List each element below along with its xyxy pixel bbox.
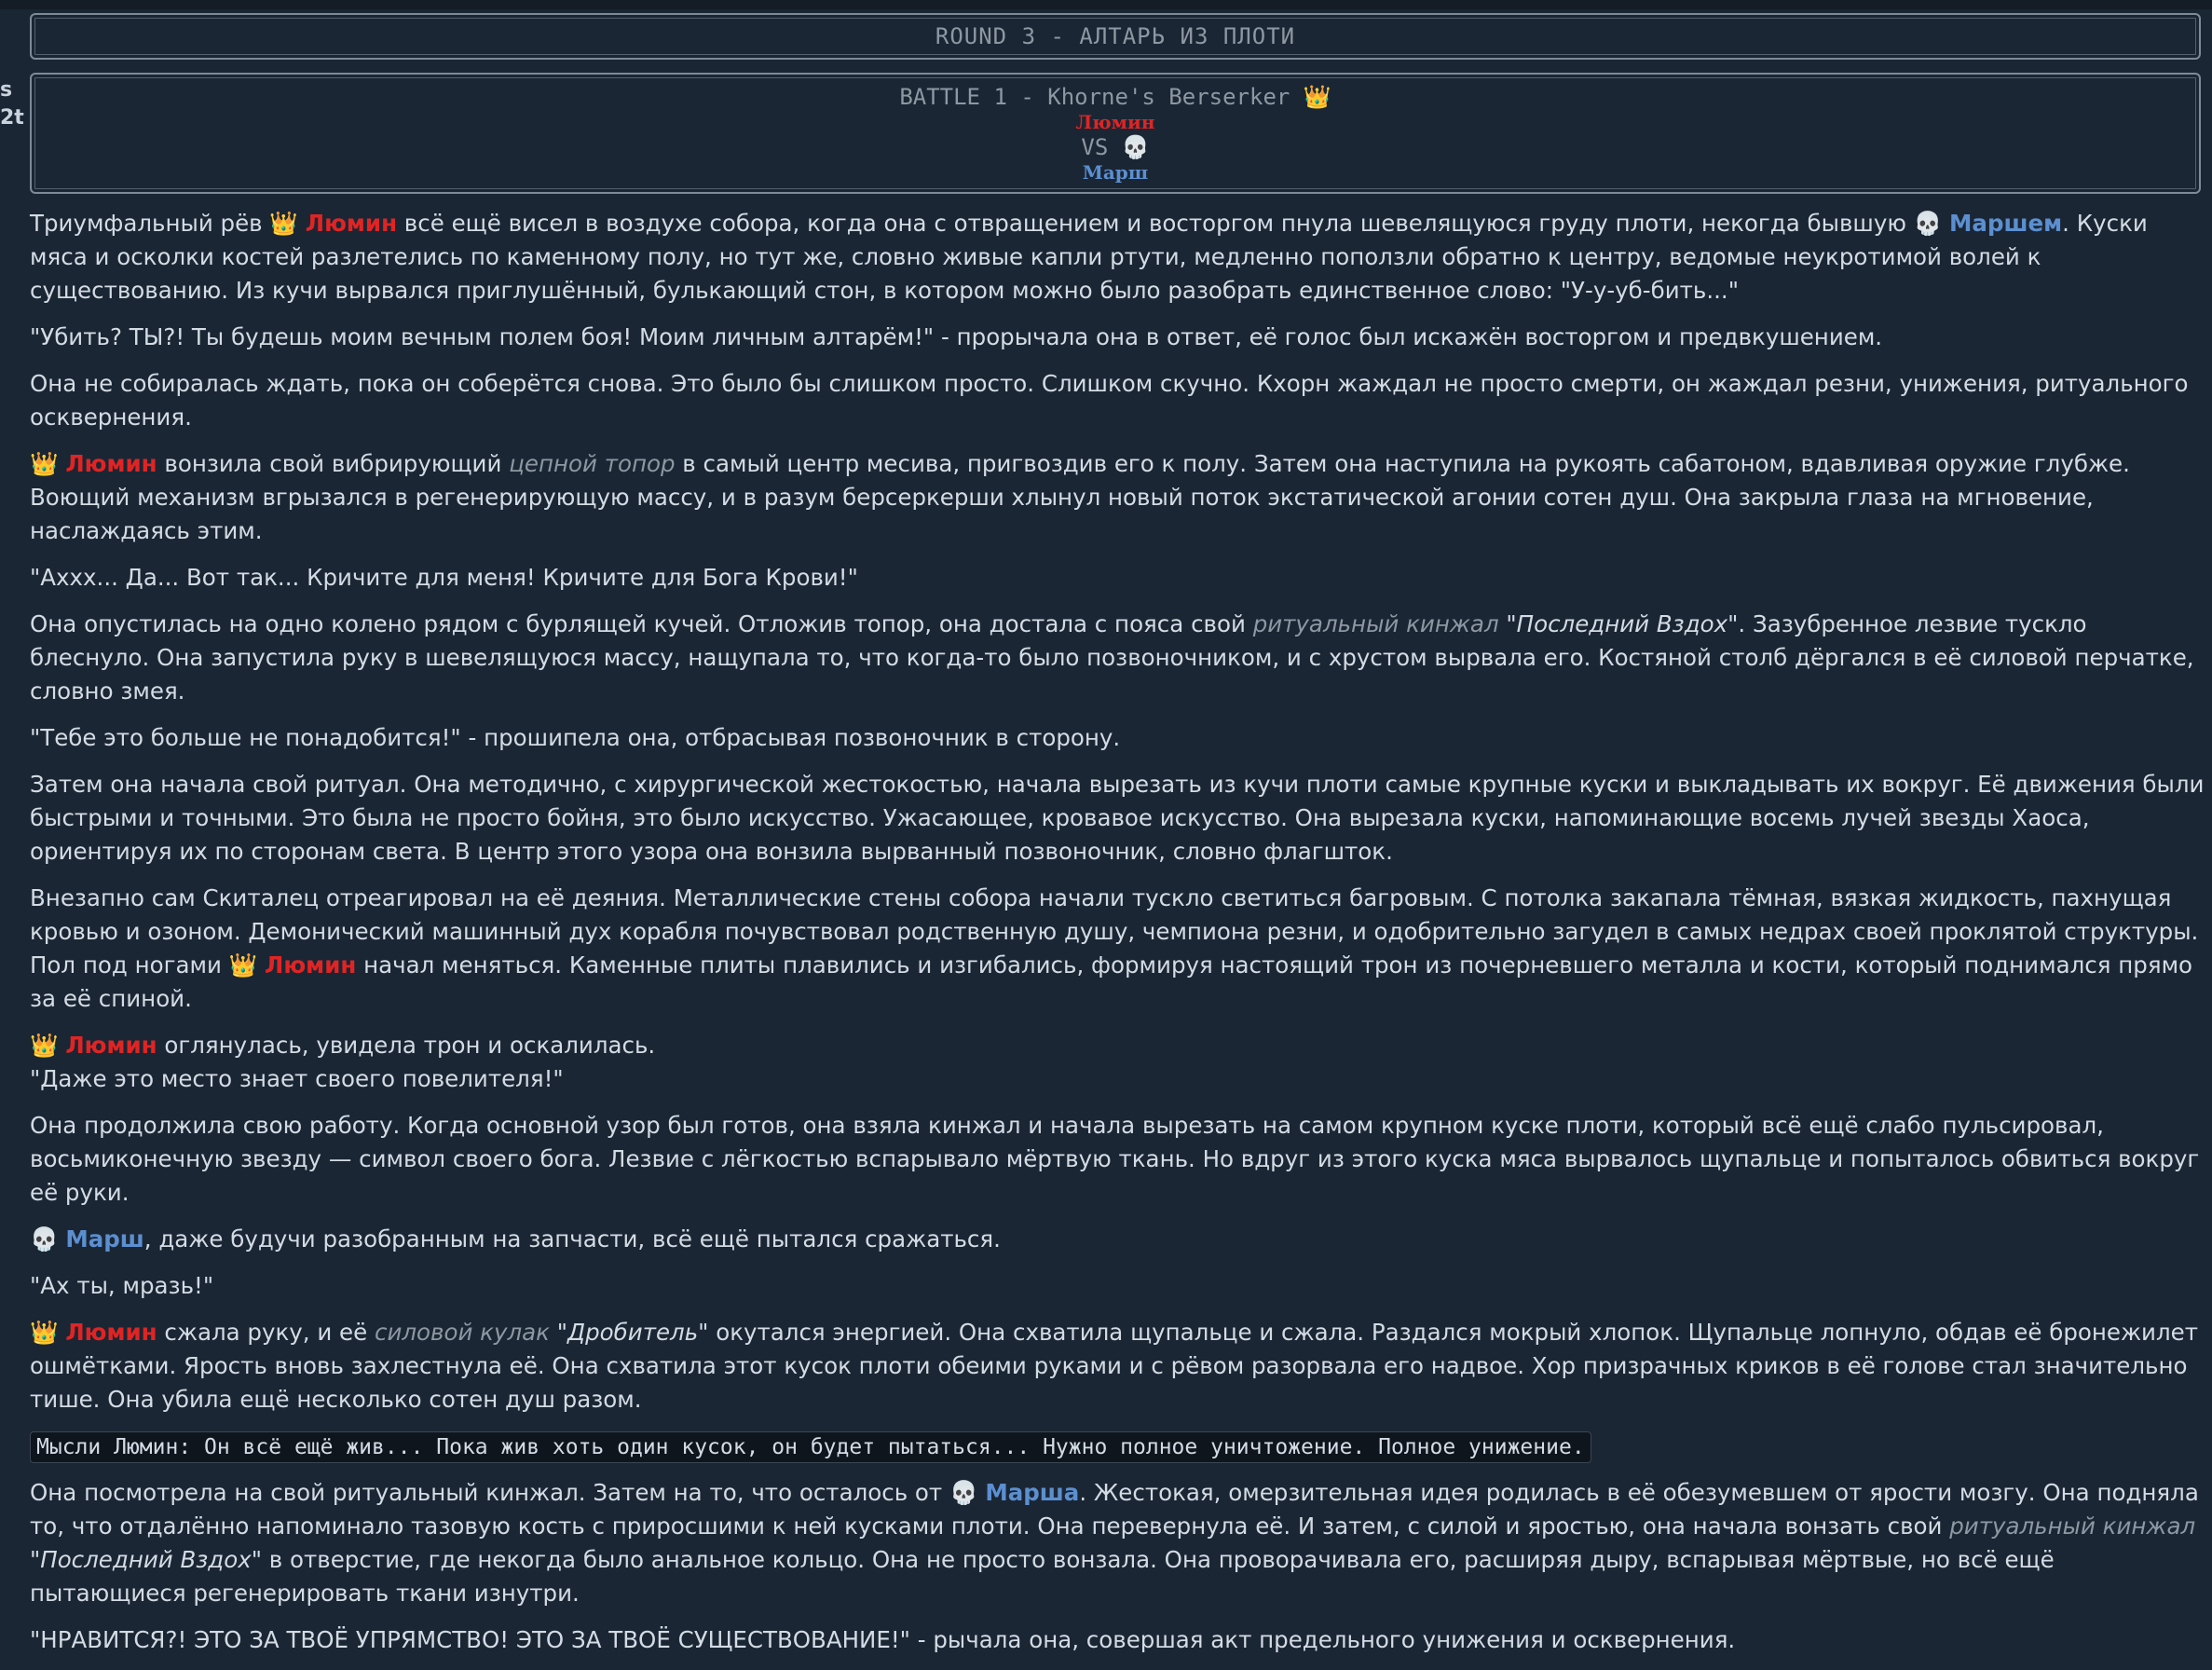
winner-name: Люмин (65, 1319, 157, 1346)
thought-block: Мысли Люмин: Он всё ещё жив... Пока жив … (30, 1430, 2210, 1463)
skull-icon: 💀 (1121, 133, 1150, 160)
crown-icon: 👑 (228, 951, 258, 979)
story-paragraph-10: 👑 Люмин оглянулась, увидела трон и оскал… (30, 1032, 656, 1092)
winner-name: Люмин (65, 1032, 157, 1059)
story-paragraph-14: 👑 Люмин сжала руку, и её силовой кулак "… (30, 1319, 2198, 1413)
story-paragraph-4: 👑 Люмин вонзила свой вибрирующий цепной … (30, 450, 2130, 544)
story-paragraph-5: "Ахxx... Да... Вот так... Кричите для ме… (30, 564, 858, 591)
loser-name: Маршем (1949, 210, 2063, 237)
skull-icon: 💀 (1913, 210, 1943, 237)
vs-row: VS 💀 (1081, 134, 1149, 160)
item-type: ритуальный кинжал (1949, 1513, 2196, 1540)
round-header: ROUND 3 - АЛТАРЬ ИЗ ПЛОТИ (30, 13, 2201, 60)
battle-title-row: BATTLE 1 - Khorne's Berserker 👑 (899, 83, 1331, 110)
sidebar-glyph-1: s (0, 78, 13, 102)
crown-icon: 👑 (269, 210, 298, 237)
item-type: ритуальный кинжал (1252, 610, 1499, 637)
crown-icon: 👑 (30, 450, 59, 477)
character-thought: Мысли Люмин: Он всё ещё жив... Пока жив … (30, 1431, 1591, 1463)
loser-name: Марш (65, 1225, 144, 1252)
crown-icon: 👑 (1303, 83, 1331, 110)
story-paragraph-11: Она продолжила свою работу. Когда основн… (30, 1112, 2200, 1206)
battle-title: BATTLE 1 - Khorne's Berserker (899, 83, 1290, 110)
story-paragraph-13: "Ах ты, мразь!" (30, 1272, 214, 1299)
item-name: "Последний Вздох" (1498, 610, 1739, 637)
player2-name: Марш (1082, 160, 1149, 184)
item-name: "Дробитель" (549, 1319, 709, 1346)
battle-header: BATTLE 1 - Khorne's Berserker 👑 Люмин VS… (30, 73, 2201, 194)
story-paragraph-9: Внезапно сам Скиталец отреагировал на её… (30, 884, 2199, 1012)
chat-message: ROUND 3 - АЛТАРЬ ИЗ ПЛОТИ BATTLE 1 - Kho… (30, 13, 2204, 1670)
story-paragraph-3: Она не собиралась ждать, пока он соберёт… (30, 370, 2189, 431)
story-paragraph-16: "НРАВИТСЯ?! ЭТО ЗА ТВОЁ УПРЯМСТВО! ЭТО З… (30, 1626, 1736, 1653)
loser-name: Марша (985, 1479, 1080, 1506)
top-toolbar-strip (0, 0, 2212, 9)
crown-icon: 👑 (30, 1319, 59, 1346)
skull-icon: 💀 (30, 1225, 59, 1252)
story-paragraph-15: Она посмотрела на свой ритуальный кинжал… (30, 1479, 2199, 1607)
item-name: "Последний Вздох" (30, 1546, 263, 1573)
crown-icon: 👑 (30, 1032, 59, 1059)
story-text: Триумфальный рёв 👑 Люмин всё ещё висел в… (30, 207, 2210, 1657)
story-paragraph-7: "Тебе это больше не понадобится!" - прош… (30, 724, 1121, 751)
winner-name: Люмин (65, 450, 157, 477)
sidebar-edge-text: s 2t (0, 76, 24, 132)
story-paragraph-8: Затем она начала свой ритуал. Она методи… (30, 771, 2205, 865)
story-paragraph-2: "Убить? ТЫ?! Ты будешь моим вечным полем… (30, 323, 1883, 350)
winner-name: Люмин (265, 951, 357, 979)
vs-label: VS (1081, 133, 1109, 160)
winner-name: Люмин (305, 210, 398, 237)
skull-icon: 💀 (949, 1479, 978, 1506)
round-title: ROUND 3 - АЛТАРЬ ИЗ ПЛОТИ (935, 23, 1296, 49)
item-type: цепной топор (509, 450, 676, 477)
story-paragraph-1: Триумфальный рёв 👑 Люмин всё ещё висел в… (30, 210, 2148, 304)
story-paragraph-6: Она опустилась на одно колено рядом с бу… (30, 610, 2194, 705)
story-paragraph-12: 💀 Марш, даже будучи разобранным на запча… (30, 1225, 1001, 1252)
sidebar-glyph-2: 2t (0, 106, 24, 130)
player1-name: Люмин (1075, 110, 1155, 133)
item-type: силовой кулак (374, 1319, 550, 1346)
